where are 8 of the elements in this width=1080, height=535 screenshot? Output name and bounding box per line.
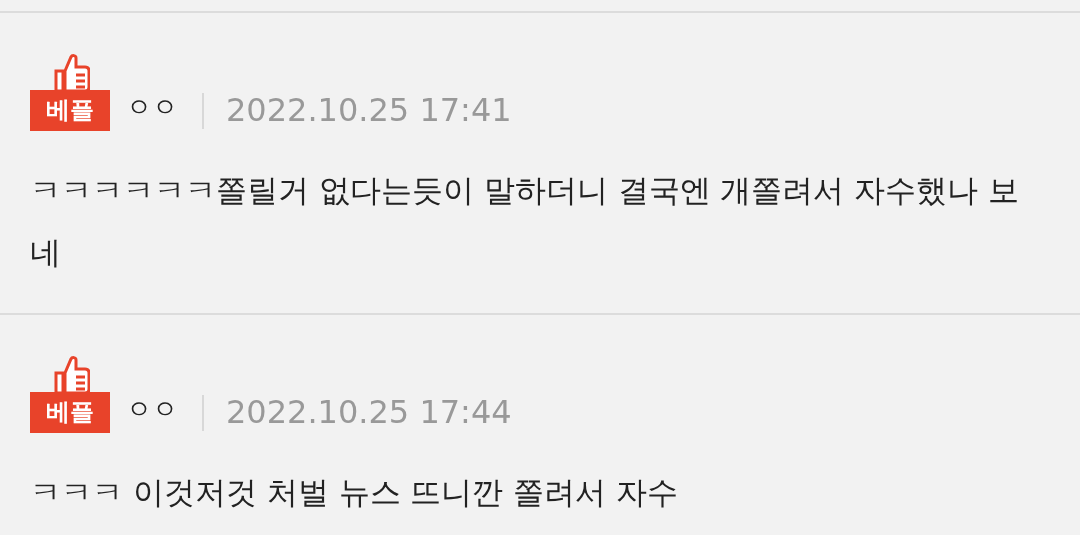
comment-date: 2022.10.25 17:41 — [226, 91, 512, 129]
best-comment-label: 베플 — [30, 392, 110, 433]
author-name: ㅇㅇ — [126, 393, 178, 426]
comment-text: ㅋㅋㅋㅋㅋㅋ쫄릴거 없다는듯이 말하더니 결국엔 개쫄려서 자수했나 보네 — [30, 171, 1021, 272]
author-name: ㅇㅇ — [126, 91, 178, 124]
comment-text: ㅋㅋㅋ 이것저것 처벌 뉴스 뜨니깐 쫄려서 자수 — [30, 473, 680, 512]
best-comment-label: 베플 — [30, 90, 110, 131]
comment-date: 2022.10.25 17:44 — [226, 393, 512, 431]
